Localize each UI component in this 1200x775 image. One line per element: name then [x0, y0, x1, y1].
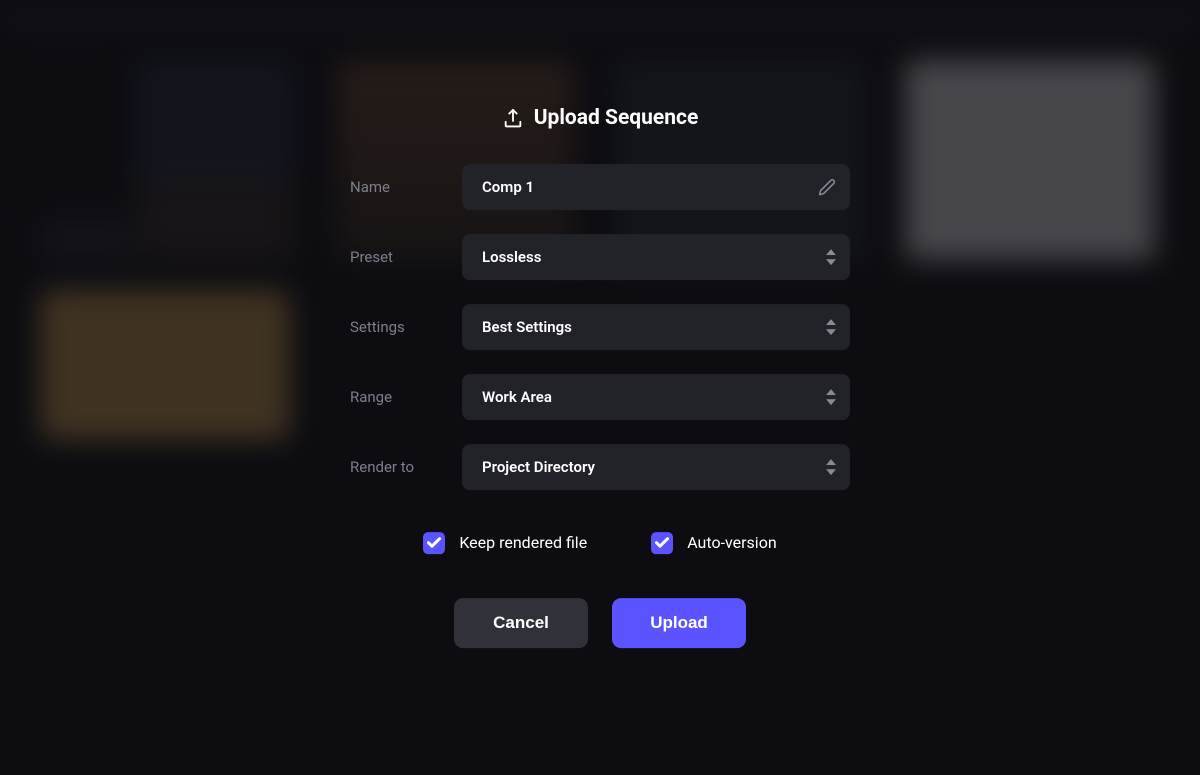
name-value: Comp 1	[482, 178, 534, 196]
checkbox-row: Keep rendered file Auto-version	[423, 532, 776, 554]
checkbox-checked-icon	[651, 532, 673, 554]
stepper-icon	[826, 249, 836, 265]
upload-sequence-dialog: Upload Sequence Name Comp 1 Preset Lossl…	[350, 106, 850, 648]
preset-value: Lossless	[482, 248, 541, 266]
keep-rendered-label: Keep rendered file	[459, 533, 587, 552]
button-row: Cancel Upload	[454, 598, 746, 648]
settings-select[interactable]: Best Settings	[462, 304, 850, 350]
auto-version-label: Auto-version	[687, 533, 776, 552]
upload-button[interactable]: Upload	[612, 598, 746, 648]
dialog-title: Upload Sequence	[502, 106, 699, 130]
stepper-icon	[826, 389, 836, 405]
preset-row: Preset Lossless	[350, 234, 850, 280]
range-select[interactable]: Work Area	[462, 374, 850, 420]
render-to-value: Project Directory	[482, 458, 595, 476]
render-to-row: Render to Project Directory	[350, 444, 850, 490]
upload-icon	[502, 107, 524, 129]
preset-select[interactable]: Lossless	[462, 234, 850, 280]
settings-value: Best Settings	[482, 318, 572, 336]
range-value: Work Area	[482, 388, 552, 406]
cancel-button[interactable]: Cancel	[454, 598, 588, 648]
range-label: Range	[350, 388, 438, 406]
name-label: Name	[350, 178, 438, 196]
stepper-icon	[826, 319, 836, 335]
settings-label: Settings	[350, 318, 438, 336]
auto-version-checkbox[interactable]: Auto-version	[651, 532, 776, 554]
preset-label: Preset	[350, 248, 438, 266]
render-to-select[interactable]: Project Directory	[462, 444, 850, 490]
name-field[interactable]: Comp 1	[462, 164, 850, 210]
range-row: Range Work Area	[350, 374, 850, 420]
dialog-title-text: Upload Sequence	[534, 106, 699, 130]
keep-rendered-checkbox[interactable]: Keep rendered file	[423, 532, 587, 554]
form-rows: Name Comp 1 Preset Lossless	[350, 164, 850, 490]
settings-row: Settings Best Settings	[350, 304, 850, 350]
edit-icon[interactable]	[818, 178, 836, 196]
stepper-icon	[826, 459, 836, 475]
render-to-label: Render to	[350, 458, 438, 476]
checkbox-checked-icon	[423, 532, 445, 554]
name-row: Name Comp 1	[350, 164, 850, 210]
